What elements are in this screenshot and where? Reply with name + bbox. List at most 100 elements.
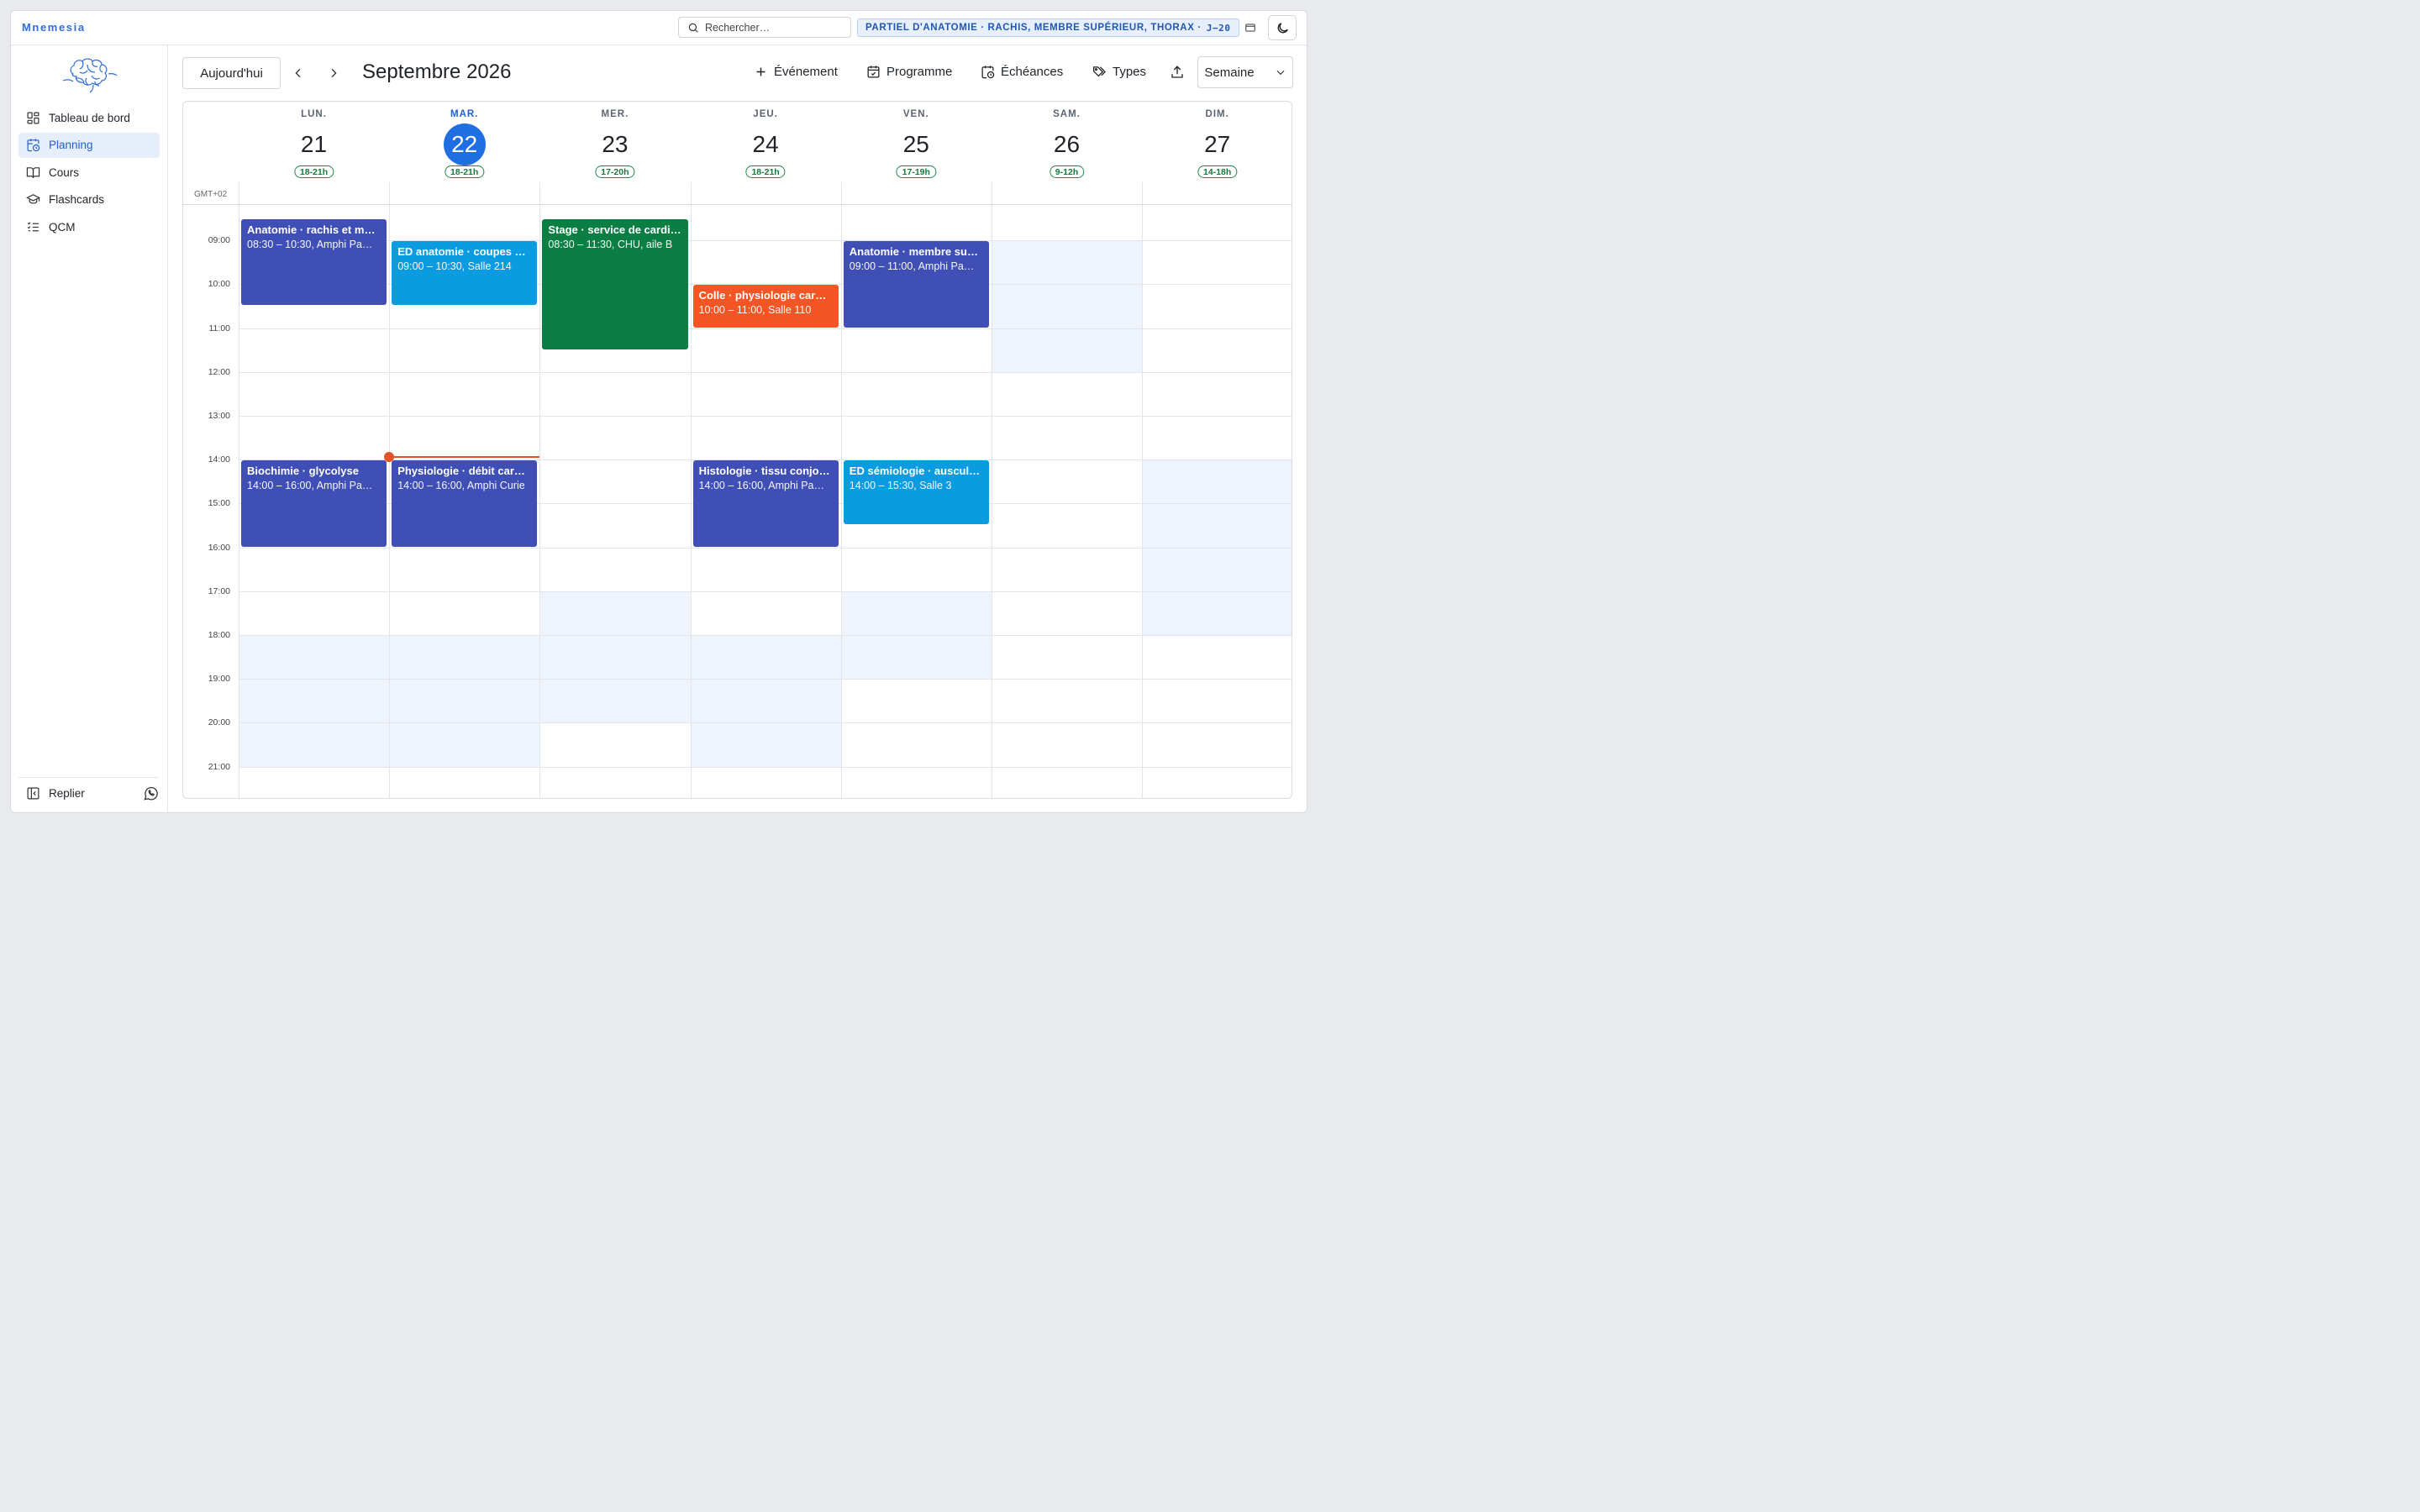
exam-countdown: J−20 [1206, 22, 1231, 34]
day-number[interactable]: 24 [744, 123, 786, 165]
sidebar-item-planning[interactable]: Planning [18, 132, 160, 158]
day-number[interactable]: 26 [1046, 123, 1088, 165]
day-of-week: MAR. [450, 109, 479, 119]
day-of-week: MER. [601, 109, 629, 119]
day-header[interactable]: MAR. 22 18-21h [389, 102, 539, 182]
sidebar-item-label: Flashcards [49, 193, 105, 207]
brain-logo-icon [62, 58, 118, 93]
hour-label: 10:00 [208, 279, 230, 290]
event-title: ED anatomie · coupes v… [397, 245, 532, 259]
sidebar-item-cours[interactable]: Cours [18, 160, 160, 185]
availability-badge: 18-21h [293, 165, 334, 178]
event-title: Anatomie · rachis et mo… [247, 223, 381, 237]
hour-label: 17:00 [208, 585, 230, 596]
hour-line [239, 416, 1292, 417]
day-number[interactable]: 25 [895, 123, 937, 165]
calendar-check-icon [867, 66, 880, 78]
availability-slot[interactable] [239, 635, 390, 767]
calendar-event[interactable]: Histologie · tissu conjon… 14:00 – 16:00,… [692, 460, 839, 547]
hour-label: 16:00 [208, 542, 230, 553]
hour-label: 18:00 [208, 630, 230, 640]
graduation-cap-icon [26, 194, 40, 204]
day-number[interactable]: 21 [293, 123, 335, 165]
programme-label: Programme [886, 65, 953, 79]
availability-slot[interactable] [390, 635, 540, 767]
current-month-title: Septembre 2026 [362, 60, 512, 83]
time-grid[interactable]: 08:0009:0010:0011:0012:0013:0014:0015:00… [183, 204, 1292, 798]
event-details: 09:00 – 10:30, Salle 214 [397, 260, 512, 273]
sidebar-item-label: Cours [49, 165, 80, 179]
day-header[interactable]: VEN. 25 17-19h [841, 102, 992, 182]
view-selector[interactable]: Semaine [1197, 56, 1293, 88]
hour-label: 20:00 [208, 717, 230, 728]
calendar-clock-icon [27, 139, 40, 152]
event-title: Colle · physiologie cardi… [698, 289, 833, 302]
programme-button[interactable]: Programme [866, 65, 952, 79]
sidebar-item-flashcards[interactable]: Flashcards [18, 187, 160, 213]
hour-line [239, 722, 1292, 724]
availability-badge: 14-18h [1197, 165, 1238, 178]
calendar-event[interactable]: Anatomie · rachis et mo… 08:30 – 10:30, A… [241, 219, 387, 306]
types-label: Types [1113, 65, 1147, 79]
exam-countdown-banner[interactable]: PARTIEL D'ANATOMIE · RACHIS, MEMBRE SUPÉ… [857, 18, 1239, 37]
event-details: 09:00 – 11:00, Amphi Pa… [849, 260, 975, 273]
whatsapp-icon[interactable] [143, 785, 159, 801]
deadlines-label: Échéances [1001, 65, 1064, 79]
column-divider [389, 182, 391, 204]
day-number[interactable]: 23 [594, 123, 636, 165]
day-header[interactable]: JEU. 24 18-21h [691, 102, 841, 182]
availability-slot[interactable] [691, 635, 841, 767]
today-button[interactable]: Aujourd'hui [182, 57, 281, 89]
export-button[interactable] [1170, 65, 1185, 80]
hour-line [239, 547, 1292, 549]
moon-icon [1277, 22, 1288, 33]
calendar-event[interactable]: Biochimie · glycolyse 14:00 – 16:00, Amph… [241, 460, 387, 547]
top-bar: Mnemesia Rechercher… PARTIEL D'ANATOMIE … [11, 11, 1307, 45]
calendar-event[interactable]: Colle · physiologie cardi… 10:00 – 11:00,… [692, 285, 839, 328]
day-of-week: SAM. [1053, 109, 1081, 119]
calendar-event[interactable]: ED anatomie · coupes v… 09:00 – 10:30, Sa… [392, 241, 538, 306]
day-number[interactable]: 27 [1197, 123, 1239, 165]
availability-slot[interactable] [992, 240, 1143, 372]
event-title: Stage · service de cardi… [548, 223, 681, 237]
sidebar: Tableau de bord Planning Cours Flashcard… [11, 45, 168, 812]
hour-label: 19:00 [208, 674, 230, 685]
previous-week-button[interactable] [290, 65, 307, 81]
day-number[interactable]: 22 [443, 123, 486, 165]
day-header[interactable]: LUN. 21 18-21h [239, 102, 389, 182]
types-button[interactable]: Types [1092, 65, 1146, 79]
app-brand[interactable]: Mnemesia [22, 21, 86, 34]
sidebar-item-label: Planning [49, 139, 93, 152]
day-header[interactable]: MER. 23 17-20h [539, 102, 690, 182]
event-title: Anatomie · membre sup… [849, 245, 983, 259]
calendar-clock-icon [981, 66, 995, 79]
event-details: 14:00 – 16:00, Amphi Pa… [698, 480, 825, 492]
search-icon [688, 23, 698, 33]
sidebar-item-qcm[interactable]: QCM [18, 214, 160, 239]
column-divider [840, 205, 842, 798]
availability-badge: 18-21h [745, 165, 786, 178]
next-week-button[interactable] [325, 65, 342, 81]
dark-mode-toggle[interactable] [1268, 15, 1297, 40]
timezone-label: GMT+02 [194, 190, 228, 199]
sidebar-item-dashboard[interactable]: Tableau de bord [18, 105, 160, 130]
column-divider [539, 182, 541, 204]
calendar-event[interactable]: Anatomie · membre sup… 09:00 – 11:00, Amp… [843, 241, 989, 328]
chevron-down-icon [1276, 70, 1285, 76]
day-header[interactable]: SAM. 26 9-12h [992, 102, 1142, 182]
hour-line [239, 635, 1292, 636]
calendar-event[interactable]: Stage · service de cardi… 08:30 – 11:30, … [542, 219, 688, 349]
search-input[interactable]: Rechercher… [678, 17, 851, 38]
add-event-label: Événement [774, 65, 838, 79]
collapse-sidebar-button[interactable]: Replier [18, 786, 85, 801]
current-time-line [389, 455, 540, 458]
availability-slot[interactable] [540, 591, 691, 723]
availability-badge: 17-19h [896, 165, 936, 178]
add-event-button[interactable]: Événement [754, 65, 838, 79]
deadlines-button[interactable]: Échéances [981, 65, 1063, 79]
day-header[interactable]: DIM. 27 14-18h [1142, 102, 1292, 182]
calendar-event[interactable]: Physiologie · débit cardi… 14:00 – 16:00,… [392, 460, 538, 547]
availability-badge: 17-20h [595, 165, 635, 178]
calendar-event[interactable]: ED sémiologie · auscult… 14:00 – 15:30, S… [843, 460, 989, 525]
window-icon[interactable] [1241, 18, 1260, 37]
